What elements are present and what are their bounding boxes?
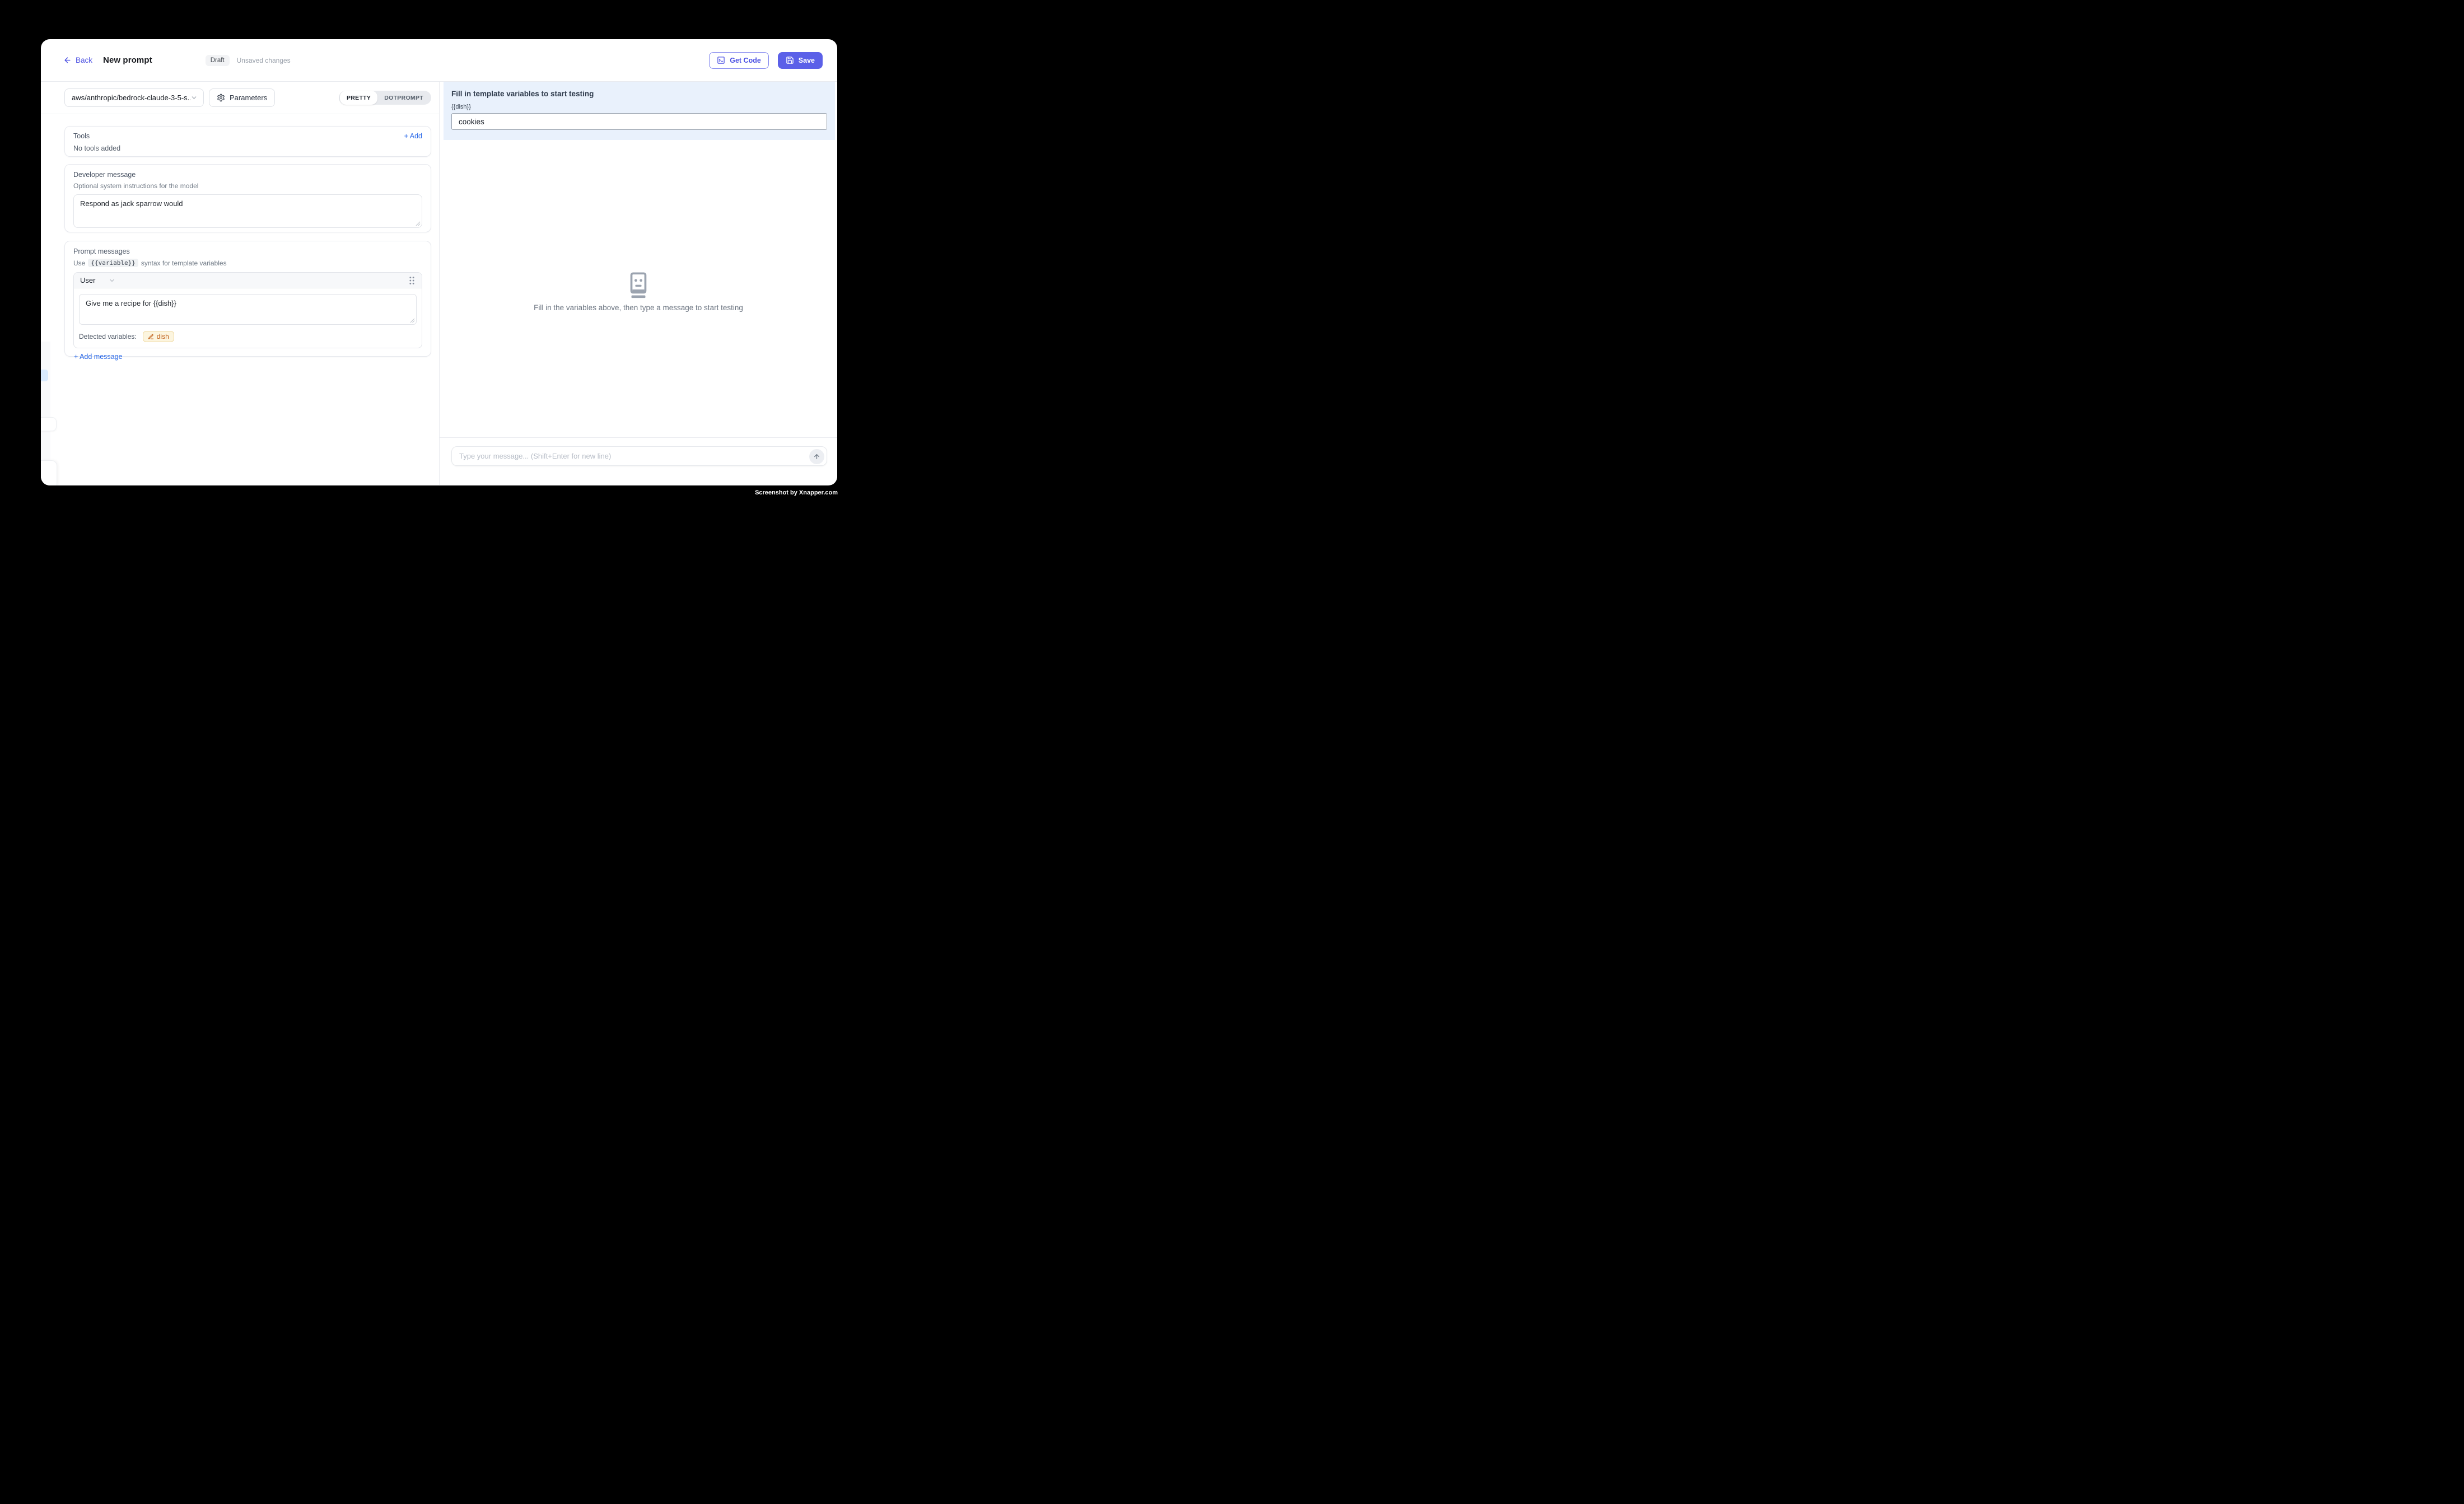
- tab-pretty[interactable]: PRETTY: [340, 91, 377, 105]
- model-selector[interactable]: aws/anthropic/bedrock-claude-3-5-s...: [64, 88, 204, 107]
- format-toggle: PRETTY DOTPROMPT: [339, 91, 431, 105]
- developer-message-input[interactable]: Respond as jack sparrow would: [73, 194, 422, 228]
- drag-handle-icon[interactable]: [408, 276, 416, 285]
- role-selector[interactable]: User: [80, 276, 115, 284]
- back-button[interactable]: Back: [63, 56, 92, 64]
- hint-suffix: syntax for template variables: [141, 259, 227, 267]
- save-icon: [786, 56, 794, 64]
- template-variables-panel: Fill in template variables to start test…: [444, 82, 835, 140]
- save-label: Save: [799, 57, 815, 64]
- arrow-up-icon: [813, 453, 820, 460]
- variables-panel-title: Fill in template variables to start test…: [451, 90, 827, 98]
- cutoff-sidebar-strip: [41, 342, 50, 460]
- prompt-messages-title: Prompt messages: [73, 247, 422, 255]
- composer-box: [451, 446, 827, 466]
- desktop-background: Back New prompt Draft Unsaved changes Ge…: [0, 0, 878, 536]
- prompt-editor-pane: aws/anthropic/bedrock-claude-3-5-s... Pa…: [41, 82, 440, 485]
- tools-card: Tools + Add No tools added: [64, 126, 431, 157]
- role-selector-value: User: [80, 276, 95, 284]
- variable-chip: {{variable}}: [88, 259, 138, 267]
- editor-cards: Tools + Add No tools added Developer mes…: [41, 114, 439, 357]
- editor-toolbar: aws/anthropic/bedrock-claude-3-5-s... Pa…: [41, 82, 439, 114]
- message-body: Give me a recipe for {{dish}} Detected v…: [74, 288, 422, 348]
- unsaved-changes-text: Unsaved changes: [237, 57, 291, 64]
- arrow-left-icon: [63, 56, 72, 64]
- developer-message-title: Developer message: [73, 171, 422, 179]
- hint-prefix: Use: [73, 259, 85, 267]
- save-button[interactable]: Save: [778, 52, 823, 69]
- tab-dotprompt[interactable]: DOTPROMPT: [377, 92, 430, 104]
- pencil-icon: [148, 334, 154, 340]
- cutoff-sidebar-active-item: [41, 370, 48, 381]
- add-tool-button[interactable]: + Add: [404, 132, 422, 140]
- variable-badge-label: dish: [157, 333, 169, 340]
- resize-handle-icon[interactable]: [410, 318, 415, 323]
- chevron-down-icon: [190, 94, 198, 101]
- get-code-button[interactable]: Get Code: [709, 52, 769, 69]
- chat-empty-text: Fill in the variables above, then type a…: [440, 303, 837, 312]
- test-runner-pane: Fill in template variables to start test…: [440, 82, 837, 485]
- chat-empty-area: Fill in the variables above, then type a…: [440, 140, 837, 437]
- developer-message-subtitle: Optional system instructions for the mod…: [73, 182, 422, 190]
- gear-icon: [217, 94, 225, 102]
- terminal-icon: [717, 56, 725, 64]
- message-block: User Give me a recipe for {{dish}}: [73, 272, 422, 348]
- add-message-button[interactable]: + Add message: [74, 353, 123, 361]
- top-bar: Back New prompt Draft Unsaved changes Ge…: [41, 39, 837, 82]
- variable-dish-label: {{dish}}: [451, 104, 827, 110]
- watermark-text: Screenshot by Xnapper.com: [755, 489, 838, 496]
- chevron-down-icon: [109, 277, 115, 284]
- model-selector-value: aws/anthropic/bedrock-claude-3-5-s...: [72, 94, 190, 102]
- page-title: New prompt: [103, 55, 152, 65]
- bot-icon: [628, 272, 649, 299]
- message-header: User: [74, 273, 422, 288]
- tools-title: Tools: [73, 132, 90, 140]
- get-code-label: Get Code: [730, 57, 761, 64]
- status-badge: Draft: [206, 55, 230, 66]
- main-split: aws/anthropic/bedrock-claude-3-5-s... Pa…: [41, 82, 837, 485]
- variable-badge-dish[interactable]: dish: [143, 331, 174, 342]
- back-label: Back: [76, 56, 92, 64]
- message-composer: [440, 437, 837, 485]
- parameters-button[interactable]: Parameters: [209, 88, 275, 107]
- resize-handle-icon[interactable]: [416, 221, 421, 226]
- detected-variables-row: Detected variables: dish: [79, 331, 417, 342]
- detected-variables-label: Detected variables:: [79, 333, 137, 340]
- send-button[interactable]: [809, 449, 824, 464]
- variable-syntax-hint: Use {{variable}} syntax for template var…: [73, 259, 422, 267]
- prompt-messages-card: Prompt messages Use {{variable}} syntax …: [64, 241, 431, 357]
- tools-empty-text: No tools added: [73, 144, 422, 152]
- chat-message-input[interactable]: [452, 447, 802, 465]
- parameters-label: Parameters: [230, 94, 267, 102]
- app-window: Back New prompt Draft Unsaved changes Ge…: [41, 39, 837, 485]
- cutoff-sidebar-bottom-card: [41, 460, 57, 485]
- developer-message-card: Developer message Optional system instru…: [64, 164, 431, 232]
- cutoff-sidebar-card: [41, 417, 57, 431]
- variable-dish-input[interactable]: [451, 113, 827, 130]
- message-content-input[interactable]: Give me a recipe for {{dish}}: [79, 294, 417, 325]
